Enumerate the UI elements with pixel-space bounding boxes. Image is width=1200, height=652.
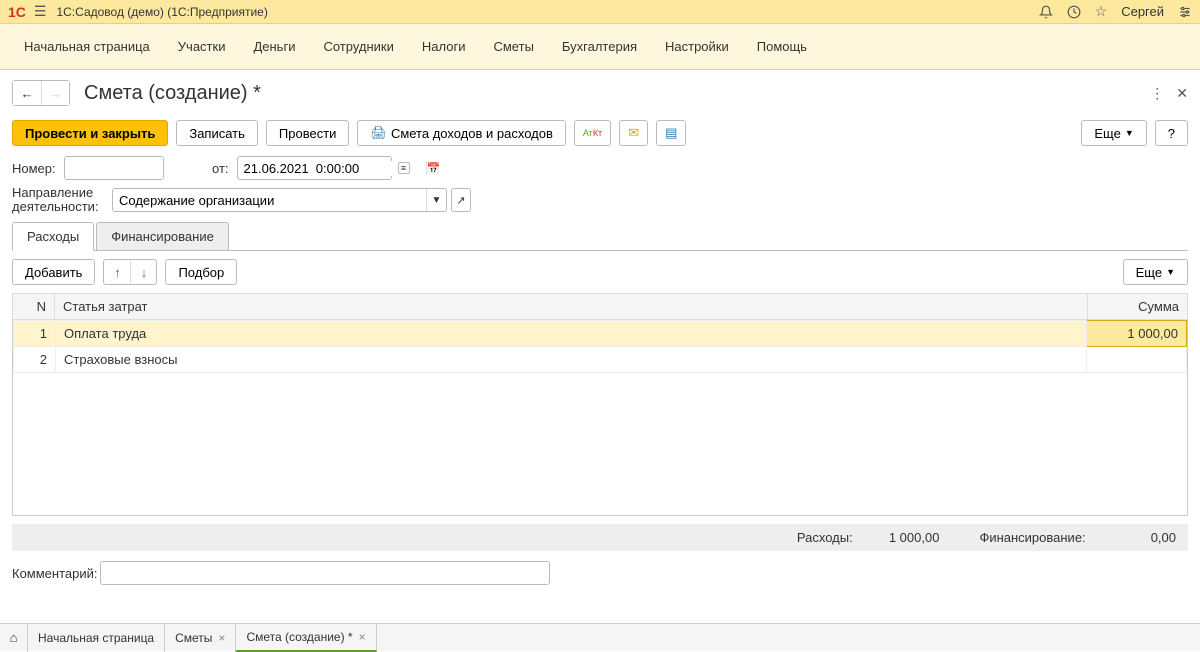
menu-help[interactable]: Помощь: [743, 33, 821, 60]
calendar-icon[interactable]: 📅: [426, 162, 441, 175]
app-title: 1С:Садовод (демо) (1С:Предприятие): [56, 5, 267, 19]
history-icon[interactable]: [1067, 5, 1081, 19]
close-icon[interactable]: ✕: [1176, 85, 1188, 102]
user-name[interactable]: Сергей: [1121, 4, 1164, 19]
totals-bar: Расходы: 1 000,00 Финансирование: 0,00: [12, 524, 1188, 551]
totals-expenses-label: Расходы:: [797, 530, 853, 545]
tab-expenses[interactable]: Расходы: [12, 222, 94, 251]
post-and-close-button[interactable]: Провести и закрыть: [12, 120, 168, 146]
back-button[interactable]: ←: [13, 81, 41, 105]
number-input[interactable]: [64, 156, 164, 180]
close-icon[interactable]: ×: [359, 630, 366, 644]
col-sum[interactable]: Сумма: [1088, 294, 1188, 320]
logo: 1C: [8, 4, 26, 20]
arrow-down-icon: ↓: [141, 265, 148, 280]
bell-icon[interactable]: [1039, 5, 1053, 19]
help-button[interactable]: ?: [1155, 120, 1188, 146]
menu-estimates[interactable]: Сметы: [479, 33, 547, 60]
totals-financing-value: 0,00: [1151, 530, 1176, 545]
more-button[interactable]: Еще ▼: [1081, 120, 1146, 146]
from-label: от:: [212, 161, 229, 176]
post-button[interactable]: Провести: [266, 120, 350, 146]
menu-icon[interactable]: ☰: [34, 3, 47, 20]
date-input[interactable]: 📅: [237, 156, 392, 180]
comment-input[interactable]: [100, 561, 550, 585]
menu-staff[interactable]: Сотрудники: [309, 33, 407, 60]
move-down-button[interactable]: ↓: [130, 260, 156, 284]
toggle-icon[interactable]: ≡: [398, 162, 410, 174]
save-button[interactable]: Записать: [176, 120, 258, 146]
nav-buttons: ← →: [12, 80, 70, 106]
tree-icon: ▤: [665, 125, 677, 141]
expenses-table: N Статья затрат Сумма: [12, 293, 1188, 320]
app-header: 1C ☰ 1С:Садовод (демо) (1С:Предприятие) …: [0, 0, 1200, 24]
add-button[interactable]: Добавить: [12, 259, 95, 285]
move-up-button[interactable]: ↑: [104, 260, 130, 284]
btab-estimates[interactable]: Сметы×: [165, 624, 236, 652]
direction-input[interactable]: ▼: [112, 188, 447, 212]
tab-financing[interactable]: Финансирование: [96, 222, 229, 250]
menu-settings[interactable]: Настройки: [651, 33, 743, 60]
totals-financing-label: Финансирование:: [979, 530, 1085, 545]
totals-expenses-value: 1 000,00: [889, 530, 940, 545]
more-icon[interactable]: ⋮: [1150, 85, 1164, 102]
menu-home[interactable]: Начальная страница: [10, 33, 164, 60]
email-button[interactable]: ✉: [619, 120, 648, 146]
open-ref-button[interactable]: ↗: [451, 188, 471, 212]
tabs: Расходы Финансирование: [12, 222, 1188, 251]
chevron-down-icon: ▼: [1166, 267, 1175, 277]
btab-current[interactable]: Смета (создание) *×: [236, 624, 376, 652]
print-icon: 🖨: [370, 125, 387, 141]
btab-home[interactable]: Начальная страница: [28, 624, 165, 652]
toolbar: Провести и закрыть Записать Провести 🖨См…: [0, 116, 1200, 156]
table-more-button[interactable]: Еще ▼: [1123, 259, 1188, 285]
bottom-tabs: ⌂ Начальная страница Сметы× Смета (созда…: [0, 623, 1200, 651]
page-header: ← → Смета (создание) * ⋮ ✕: [0, 70, 1200, 116]
arrow-up-icon: ↑: [114, 265, 121, 280]
number-label: Номер:: [12, 161, 64, 176]
star-icon[interactable]: ☆: [1095, 3, 1108, 20]
table-toolbar: Добавить ↑ ↓ Подбор Еще ▼: [12, 251, 1188, 293]
col-n[interactable]: N: [13, 294, 55, 320]
print-report-button[interactable]: 🖨Смета доходов и расходов: [357, 120, 565, 146]
tree-button[interactable]: ▤: [656, 120, 686, 146]
close-icon[interactable]: ×: [218, 631, 225, 645]
home-icon[interactable]: ⌂: [0, 624, 28, 652]
mail-icon: ✉: [628, 125, 639, 141]
table-row[interactable]: 1 Оплата труда 1 000,00: [14, 321, 1187, 347]
menu-taxes[interactable]: Налоги: [408, 33, 480, 60]
dropdown-icon[interactable]: ▼: [426, 189, 446, 211]
forward-button: →: [41, 81, 69, 105]
settings-icon[interactable]: [1178, 5, 1192, 19]
col-item[interactable]: Статья затрат: [55, 294, 1088, 320]
select-button[interactable]: Подбор: [165, 259, 237, 285]
table-row[interactable]: 2 Страховые взносы: [14, 347, 1187, 373]
comment-label: Комментарий:: [12, 566, 100, 581]
direction-label: Направление деятельности:: [12, 186, 112, 214]
page-title: Смета (создание) *: [84, 82, 261, 105]
chevron-down-icon: ▼: [1125, 128, 1134, 138]
menu-plots[interactable]: Участки: [164, 33, 240, 60]
menu-accounting[interactable]: Бухгалтерия: [548, 33, 651, 60]
main-menu: Начальная страница Участки Деньги Сотруд…: [0, 24, 1200, 70]
menu-money[interactable]: Деньги: [239, 33, 309, 60]
debit-credit-button[interactable]: АтКт: [574, 120, 611, 146]
